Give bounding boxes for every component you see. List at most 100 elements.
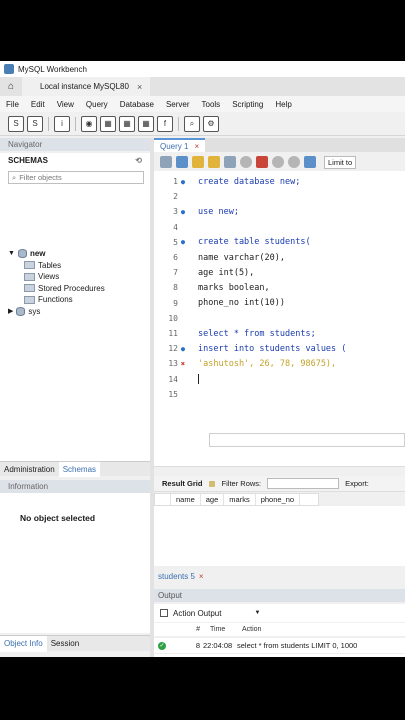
procedures-folder-icon bbox=[24, 284, 35, 293]
create-table-icon[interactable]: ▦ bbox=[100, 115, 116, 132]
schema-sys[interactable]: ▶ sys bbox=[8, 306, 148, 318]
explain-icon[interactable] bbox=[224, 156, 236, 168]
filter-objects-input[interactable]: ⌕ Filter objects bbox=[8, 171, 144, 184]
filter-rows-input[interactable] bbox=[267, 478, 340, 489]
toggle-error-icon[interactable] bbox=[256, 156, 268, 168]
commit-icon[interactable] bbox=[272, 156, 284, 168]
tab-schemas[interactable]: Schemas bbox=[58, 461, 101, 477]
code-line[interactable]: 2 bbox=[154, 189, 405, 204]
code-line[interactable]: 1 ● create database new; bbox=[154, 174, 405, 189]
code-text: phone_no int(10)) bbox=[198, 298, 285, 309]
code-line[interactable]: 11 select * from students; bbox=[154, 326, 405, 341]
home-icon[interactable]: ⌂ bbox=[0, 77, 22, 96]
menu-server[interactable]: Server bbox=[160, 100, 196, 109]
menu-database[interactable]: Database bbox=[114, 100, 160, 109]
result-grid-title[interactable]: Result Grid bbox=[162, 479, 202, 488]
main-toolbar: S S i ◉ ▦ ▦ ▦ f ⌕ ⚙ bbox=[0, 112, 405, 136]
rollback-icon[interactable] bbox=[288, 156, 300, 168]
output-header: Output bbox=[154, 589, 405, 602]
output-selector[interactable]: Action Output ▼ bbox=[154, 604, 405, 622]
tab-object-info[interactable]: Object Info bbox=[0, 635, 47, 652]
code-line[interactable]: 6 name varchar(20), bbox=[154, 250, 405, 265]
create-procedure-icon[interactable]: ▦ bbox=[138, 115, 154, 132]
code-line[interactable]: 9 phone_no int(10)) bbox=[154, 296, 405, 311]
refresh-icon[interactable]: ⟲ bbox=[135, 156, 142, 165]
query-tab[interactable]: Query 1 × bbox=[154, 138, 206, 152]
code-text: use new; bbox=[198, 206, 239, 217]
code-line[interactable]: 8 marks boolean, bbox=[154, 280, 405, 295]
menu-file[interactable]: File bbox=[0, 100, 25, 109]
result-grid-toolbar: Result Grid ▦ Filter Rows: Export: bbox=[154, 476, 405, 492]
reconnect-icon[interactable]: ⚙ bbox=[203, 115, 219, 132]
code-line[interactable]: 4 bbox=[154, 220, 405, 235]
create-view-icon[interactable]: ▦ bbox=[119, 115, 135, 132]
statement-marker-icon: ● bbox=[180, 344, 186, 353]
open-sql-script-icon[interactable]: S bbox=[27, 115, 43, 132]
close-query-icon[interactable]: × bbox=[194, 142, 199, 151]
autocommit-icon[interactable] bbox=[304, 156, 316, 168]
inspector-icon[interactable]: i bbox=[54, 115, 70, 132]
code-line[interactable]: 5 ● create table students( bbox=[154, 235, 405, 250]
tree-item-tables[interactable]: Tables bbox=[8, 260, 148, 272]
code-line[interactable]: 3 ● use new; bbox=[154, 204, 405, 219]
filter-placeholder: Filter objects bbox=[19, 173, 62, 182]
limit-rows-select[interactable]: Limit to bbox=[324, 155, 357, 169]
column-header-age[interactable]: age bbox=[201, 494, 225, 505]
menu-view[interactable]: View bbox=[51, 100, 80, 109]
output-row-number: 8 bbox=[195, 641, 200, 650]
tree-item-stored-procedures[interactable]: Stored Procedures bbox=[8, 283, 148, 295]
output-row[interactable]: ✓922:05:29truncate table students bbox=[154, 653, 405, 657]
close-connection-icon[interactable]: × bbox=[137, 82, 142, 92]
code-line[interactable]: 14 bbox=[154, 372, 405, 387]
menu-query[interactable]: Query bbox=[80, 100, 114, 109]
close-result-icon[interactable]: × bbox=[199, 572, 204, 581]
stop-icon[interactable] bbox=[240, 156, 252, 168]
tree-item-views[interactable]: Views bbox=[8, 271, 148, 283]
code-text: age int(5), bbox=[198, 267, 255, 278]
menu-help[interactable]: Help bbox=[269, 100, 297, 109]
toolbar-separator bbox=[75, 116, 76, 131]
code-line[interactable]: 12 ● insert into students values ( bbox=[154, 341, 405, 356]
editor-horizontal-scrollbar[interactable] bbox=[154, 466, 405, 474]
search-table-data-icon[interactable]: ⌕ bbox=[184, 115, 200, 132]
create-function-icon[interactable]: f bbox=[157, 115, 173, 132]
tab-session[interactable]: Session bbox=[47, 636, 83, 652]
result-tab[interactable]: students 5 × bbox=[154, 568, 405, 584]
new-sql-tab-icon[interactable]: S bbox=[8, 115, 24, 132]
line-number: 3 bbox=[173, 207, 178, 217]
column-header-phone-no[interactable]: phone_no bbox=[256, 494, 301, 505]
tree-item-label: Views bbox=[38, 272, 60, 282]
line-number: 4 bbox=[173, 222, 178, 232]
create-schema-icon[interactable]: ◉ bbox=[81, 115, 97, 132]
schema-new[interactable]: ▼ new bbox=[8, 248, 148, 260]
connection-tab[interactable]: Local instance MySQL80 × bbox=[22, 77, 151, 96]
execute-icon[interactable] bbox=[192, 156, 204, 168]
code-line[interactable]: 7 age int(5), bbox=[154, 265, 405, 280]
menu-scripting[interactable]: Scripting bbox=[226, 100, 269, 109]
column-header-name[interactable]: name bbox=[171, 494, 201, 505]
export-label[interactable]: Export: bbox=[345, 479, 369, 488]
menu-tools[interactable]: Tools bbox=[196, 100, 227, 109]
mysql-workbench-window: MySQL Workbench ⌂ Local instance MySQL80… bbox=[0, 61, 405, 657]
line-number: 8 bbox=[173, 283, 178, 293]
code-line[interactable]: 10 bbox=[154, 311, 405, 326]
tab-administration[interactable]: Administration bbox=[0, 462, 59, 477]
open-file-icon[interactable] bbox=[160, 156, 172, 168]
chevron-down-icon[interactable]: ▼ bbox=[254, 610, 260, 616]
menu-edit[interactable]: Edit bbox=[25, 100, 51, 109]
copy-icon[interactable] bbox=[160, 609, 168, 617]
execute-current-icon[interactable] bbox=[208, 156, 220, 168]
expand-arrow-icon[interactable]: ▶ bbox=[8, 307, 13, 315]
grid-icon[interactable]: ▦ bbox=[208, 479, 215, 488]
tree-item-functions[interactable]: Functions bbox=[8, 294, 148, 306]
collapse-arrow-icon[interactable]: ▼ bbox=[8, 250, 15, 257]
code-line[interactable]: 15 bbox=[154, 387, 405, 402]
code-text: select * from students; bbox=[198, 328, 316, 339]
code-line[interactable]: 13 ✖ 'ashutosh', 26, 78, 98675), bbox=[154, 356, 405, 371]
line-number: 13 bbox=[168, 359, 178, 369]
output-row[interactable]: ✓ 8 22:04:08 select * from students LIMIT 0… bbox=[154, 637, 405, 653]
output-selector-label: Action Output bbox=[173, 608, 222, 618]
schemas-label: SCHEMAS bbox=[8, 155, 49, 165]
save-icon[interactable] bbox=[176, 156, 188, 168]
column-header-marks[interactable]: marks bbox=[224, 494, 256, 505]
